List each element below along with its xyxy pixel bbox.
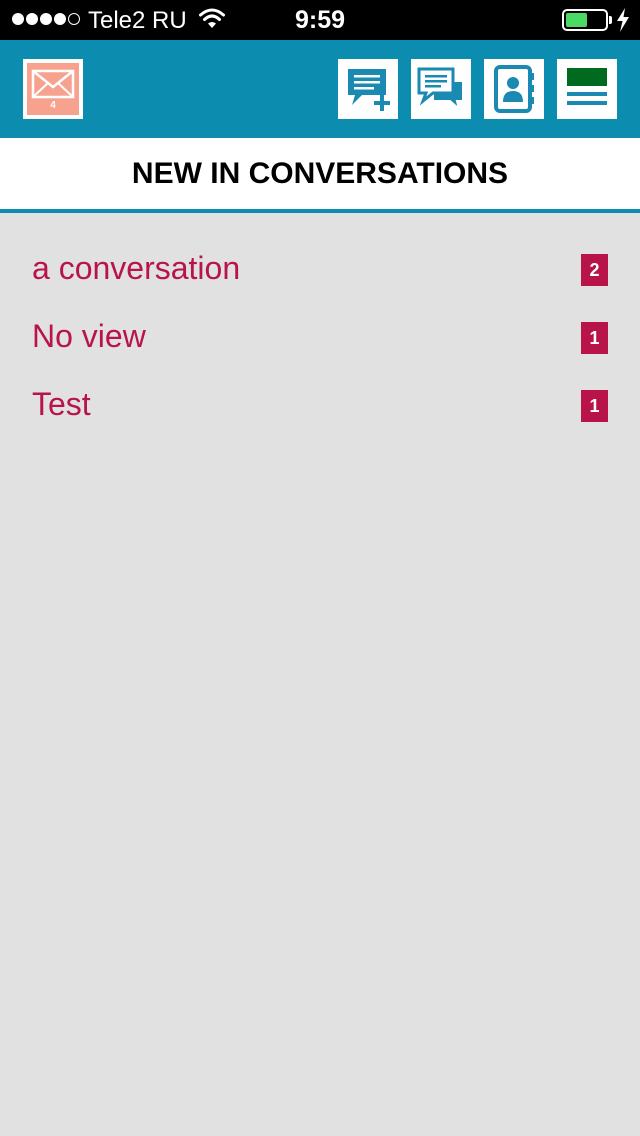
mail-button[interactable]: 4	[23, 59, 83, 119]
clock: 9:59	[294, 6, 346, 34]
unread-count-badge: 1	[581, 390, 608, 422]
contacts-icon	[494, 65, 534, 113]
new-conversation-icon	[348, 69, 390, 111]
battery-icon	[562, 9, 608, 31]
battery-tip	[609, 16, 612, 24]
page-title-bar: NEW IN CONVERSATIONS	[0, 138, 640, 213]
new-conversation-button[interactable]	[338, 59, 398, 119]
charging-icon	[616, 8, 630, 37]
conversations-button[interactable]	[411, 59, 471, 119]
conversation-name: No view	[32, 318, 146, 354]
conversation-name: Test	[32, 386, 91, 422]
conversation-list: a conversation 2 No view 1 Test 1	[0, 236, 640, 440]
conversations-icon	[417, 67, 464, 112]
mail-icon: 4	[27, 63, 79, 115]
mail-count-badge: 4	[50, 100, 56, 111]
unread-count-badge: 2	[581, 254, 608, 286]
conversation-name: a conversation	[32, 250, 241, 286]
menu-icon	[567, 68, 607, 105]
page-title: NEW IN CONVERSATIONS	[131, 157, 509, 190]
battery-level	[566, 13, 587, 27]
menu-button[interactable]	[557, 59, 617, 119]
app-header: 4	[0, 40, 640, 138]
conversation-item[interactable]: Test 1	[0, 372, 640, 440]
conversation-item[interactable]: a conversation 2	[0, 236, 640, 304]
contacts-button[interactable]	[484, 59, 544, 119]
status-bar: Tele2 RU 9:59	[0, 0, 640, 40]
unread-count-badge: 1	[581, 322, 608, 354]
conversation-item[interactable]: No view 1	[0, 304, 640, 372]
